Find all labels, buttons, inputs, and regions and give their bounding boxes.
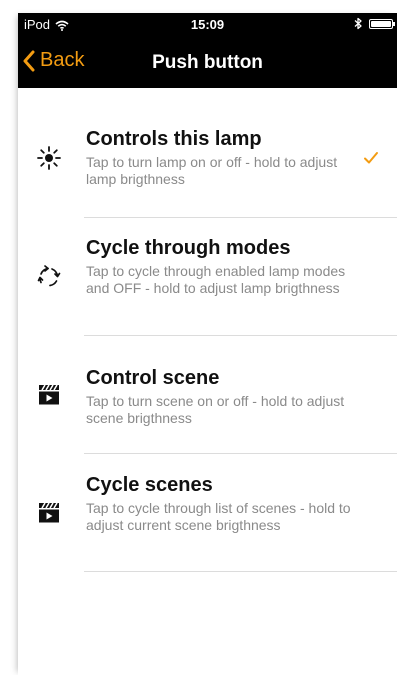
option-title: Control scene xyxy=(86,367,220,389)
status-time: 15:09 xyxy=(190,17,225,32)
sun-icon xyxy=(36,145,62,171)
option-title: Controls this lamp xyxy=(86,128,262,150)
option-cycle-scenes[interactable]: Cycle scenes Tap to cycle through list o… xyxy=(18,454,397,572)
option-text: Control scene Tap to turn scene on or of… xyxy=(86,366,357,427)
option-text: Cycle scenes Tap to cycle through list o… xyxy=(86,473,357,534)
option-description: Tap to cycle through enabled lamp modes … xyxy=(86,263,346,296)
navigation-bar: Back Push button xyxy=(18,43,397,83)
option-cycle-through-modes[interactable]: Cycle through modes Tap to cycle through… xyxy=(18,218,397,336)
clapperboard-icon xyxy=(36,382,62,408)
option-title: Cycle through modes xyxy=(86,237,291,259)
device-screen: iPod 15:09 Back Push button Controls thi… xyxy=(18,13,397,675)
checkmark-icon xyxy=(363,151,379,165)
battery-icon xyxy=(369,18,395,29)
option-title: Cycle scenes xyxy=(86,474,213,496)
option-text: Cycle through modes Tap to cycle through… xyxy=(86,236,357,297)
bluetooth-icon xyxy=(353,17,363,30)
option-description: Tap to turn scene on or off - hold to ad… xyxy=(86,393,345,426)
clapperboard-icon xyxy=(36,500,62,526)
top-bar: iPod 15:09 Back Push button xyxy=(18,13,397,88)
page-title: Push button xyxy=(152,52,263,73)
option-description: Tap to turn lamp on or off - hold to adj… xyxy=(86,154,338,187)
status-right-group xyxy=(353,17,395,30)
option-text: Controls this lamp Tap to turn lamp on o… xyxy=(86,127,357,188)
cycle-icon xyxy=(36,264,62,290)
option-controls-this-lamp[interactable]: Controls this lamp Tap to turn lamp on o… xyxy=(18,88,397,218)
divider xyxy=(84,571,397,572)
option-description: Tap to cycle through list of scenes - ho… xyxy=(86,500,351,533)
option-control-scene[interactable]: Control scene Tap to turn scene on or of… xyxy=(18,336,397,454)
status-bar: iPod 15:09 xyxy=(18,13,397,35)
option-list: Controls this lamp Tap to turn lamp on o… xyxy=(18,88,397,572)
